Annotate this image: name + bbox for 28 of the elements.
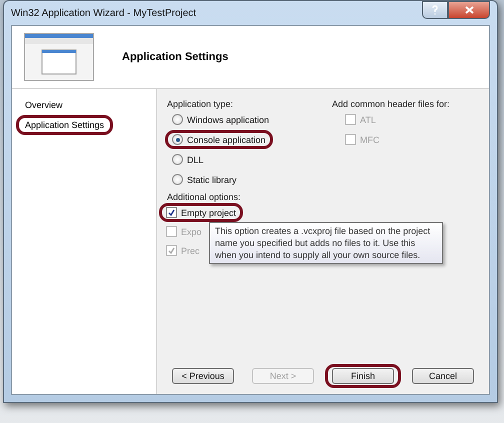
section-label: Add common header files for:	[332, 99, 451, 109]
tooltip: This option creates a .vcxproj file based on the project name you specified but adds no files to it. Use this when you intend to supply all your own source files.	[209, 222, 443, 264]
help-icon	[432, 5, 438, 15]
sidebar-link[interactable]: Overview	[23, 99, 65, 111]
radio-option[interactable]: DLL	[172, 154, 204, 165]
wizard-button[interactable]: Cancel	[412, 368, 474, 384]
radio-button[interactable]	[172, 174, 183, 185]
section-label: Additional options:	[167, 192, 242, 202]
radio-button[interactable]	[172, 154, 183, 165]
check-icon	[168, 209, 175, 216]
window-title: Win32 Application Wizard - MyTestProject	[11, 8, 196, 18]
checkbox[interactable]	[166, 207, 177, 218]
checkbox-option[interactable]: Empty project	[166, 207, 236, 218]
close-icon	[464, 6, 474, 14]
help-button[interactable]	[422, 1, 448, 19]
radio-option[interactable]: Windows application	[172, 114, 270, 125]
radio-button[interactable]	[172, 114, 183, 125]
window-thumbnail-icon	[24, 33, 94, 81]
radio-option[interactable]: Static library	[172, 174, 237, 185]
radio-option[interactable]: Console application	[172, 134, 266, 145]
section-label: Application type:	[167, 99, 234, 109]
close-button[interactable]	[448, 1, 490, 19]
wizard-button[interactable]: < Previous	[172, 368, 234, 384]
check-icon	[168, 247, 175, 254]
wizard-button[interactable]: Finish	[332, 368, 394, 384]
page-title: Application Settings	[122, 51, 228, 63]
radio-button[interactable]	[172, 134, 183, 145]
sidebar-link[interactable]: Application Settings	[23, 119, 106, 131]
